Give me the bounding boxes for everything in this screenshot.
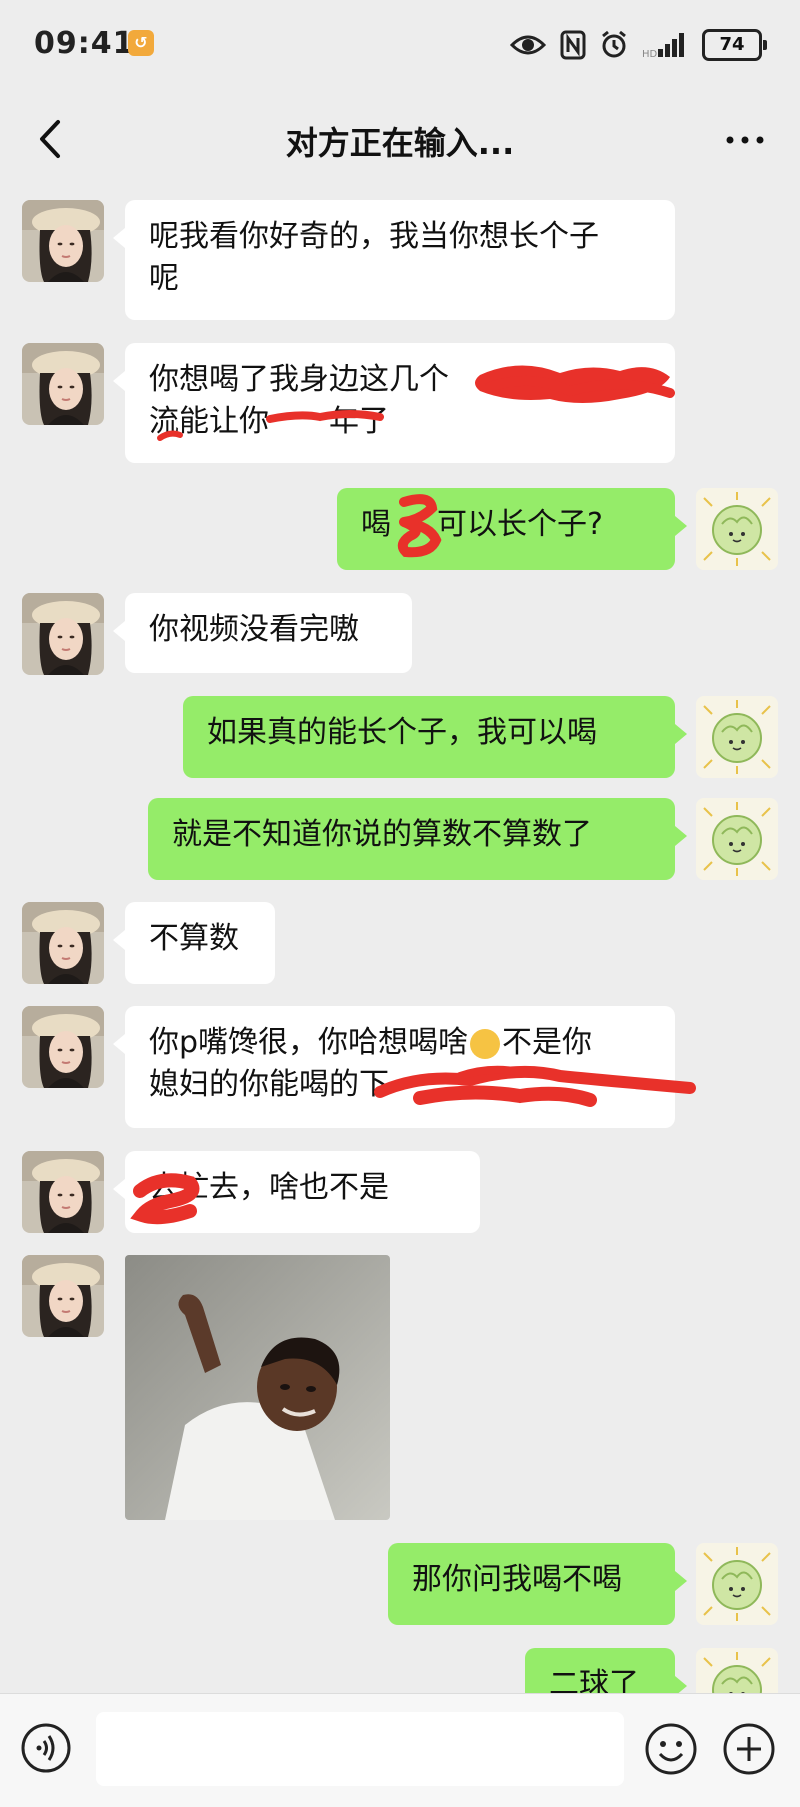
- chat-header: 对方正在输入...: [0, 92, 800, 188]
- outgoing-message-bubble[interactable]: 就是不知道你说的算数不算数了: [148, 798, 687, 880]
- signal-icon: HD: [642, 33, 684, 59]
- input-bar: [0, 1693, 800, 1807]
- incoming-message-bubble[interactable]: 你想喝了我身边这几个 流能让你 年了: [113, 343, 675, 463]
- message-list[interactable]: 呢我看你好奇的，我当你想长个子 呢 你想喝了我身边这几个 流能让你 年了 喝 可以长…: [0, 188, 800, 1693]
- incoming-message-bubble[interactable]: 你视频没看完嗷: [113, 593, 412, 673]
- message-text-line: 呢我看你好奇的，我当你想长个子: [149, 219, 599, 254]
- message-text-line: 下: [359, 1067, 389, 1102]
- message-text-line: 就是不知道你说的算数不算数了: [172, 817, 592, 852]
- my-avatar[interactable]: [696, 488, 778, 570]
- message-row: [0, 1255, 800, 1520]
- plus-icon[interactable]: [722, 1722, 776, 1776]
- message-row: 去忙去，啥也不是: [0, 1151, 800, 1233]
- message-row: 喝 可以长个子?: [0, 488, 800, 570]
- message-row: 你视频没看完嗷: [0, 593, 800, 675]
- contact-avatar[interactable]: [22, 200, 104, 282]
- message-text-line: 媳妇的你能喝的: [149, 1067, 359, 1102]
- emoji-icon[interactable]: [644, 1722, 698, 1776]
- contact-avatar[interactable]: [22, 902, 104, 984]
- notification-badge-icon: ↺: [128, 30, 154, 56]
- message-text-line: 你想喝了我身边这几个: [149, 362, 449, 397]
- voice-icon[interactable]: [20, 1722, 72, 1774]
- message-text-line: 二球了: [549, 1667, 639, 1693]
- chat-title: 对方正在输入...: [285, 124, 515, 162]
- message-text-line: 呢: [149, 261, 179, 296]
- message-text-part: 喝: [361, 507, 391, 542]
- message-row: 如果真的能长个子，我可以喝: [0, 696, 800, 778]
- message-text-line: 不是你: [502, 1025, 593, 1060]
- message-text-line: 如果真的能长个子，我可以喝: [207, 715, 597, 750]
- svg-text:HD: HD: [642, 49, 658, 59]
- message-input[interactable]: [96, 1712, 624, 1786]
- contact-avatar[interactable]: [22, 343, 104, 425]
- message-row: 呢我看你好奇的，我当你想长个子 呢: [0, 200, 800, 320]
- message-row: 你p嘴馋很，你哈想喝啥 不是你 媳妇的你能喝的下: [0, 1006, 800, 1128]
- incoming-message-bubble[interactable]: 去忙去，啥也不是: [113, 1151, 480, 1233]
- my-avatar[interactable]: [696, 798, 778, 880]
- incoming-message-bubble[interactable]: 呢我看你好奇的，我当你想长个子 呢: [113, 200, 675, 320]
- contact-avatar[interactable]: [22, 1006, 104, 1088]
- incoming-message-bubble[interactable]: 你p嘴馋很，你哈想喝啥 不是你 媳妇的你能喝的下: [113, 1006, 675, 1128]
- my-avatar[interactable]: [696, 1543, 778, 1625]
- alarm-icon: [602, 30, 626, 58]
- grin-emoji-icon: [470, 1028, 501, 1059]
- message-text-line: 年了: [329, 404, 389, 439]
- outgoing-message-bubble[interactable]: 那你问我喝不喝: [388, 1543, 687, 1625]
- message-row: 那你问我喝不喝: [0, 1543, 800, 1625]
- message-text-line: 不算数: [149, 921, 239, 956]
- eye-icon: [510, 35, 546, 55]
- incoming-message-bubble[interactable]: 不算数: [113, 902, 275, 984]
- message-row: 不算数: [0, 902, 800, 984]
- battery-icon: 74: [702, 29, 767, 61]
- message-text-line: 你p嘴馋很，你哈想喝啥: [149, 1025, 469, 1060]
- outgoing-message-bubble[interactable]: 二球了: [525, 1648, 687, 1693]
- status-bar: 09:41 ↺ HD 74: [0, 0, 800, 92]
- contact-avatar[interactable]: [22, 1151, 104, 1233]
- message-text-line: 去忙去，啥也不是: [149, 1170, 389, 1205]
- contact-avatar[interactable]: [22, 1255, 104, 1337]
- status-time: 09:41: [34, 26, 135, 61]
- message-row: 就是不知道你说的算数不算数了: [0, 798, 800, 880]
- message-text-part: 可以长个子?: [437, 507, 603, 542]
- outgoing-message-bubble[interactable]: 喝 可以长个子?: [337, 488, 687, 570]
- message-text-line: 那你问我喝不喝: [412, 1562, 622, 1597]
- my-avatar[interactable]: [696, 1648, 778, 1693]
- image-message[interactable]: [125, 1255, 390, 1520]
- status-icons: HD 74: [510, 28, 767, 62]
- message-text-line: 你视频没看完嗷: [149, 612, 359, 647]
- message-row: 二球了: [0, 1648, 800, 1693]
- contact-avatar[interactable]: [22, 593, 104, 675]
- nfc-icon: [560, 30, 586, 60]
- message-text-line: 流能让你: [149, 404, 269, 439]
- more-icon[interactable]: [720, 114, 770, 164]
- my-avatar[interactable]: [696, 696, 778, 778]
- outgoing-message-bubble[interactable]: 如果真的能长个子，我可以喝: [183, 696, 687, 778]
- message-row: 你想喝了我身边这几个 流能让你 年了: [0, 343, 800, 463]
